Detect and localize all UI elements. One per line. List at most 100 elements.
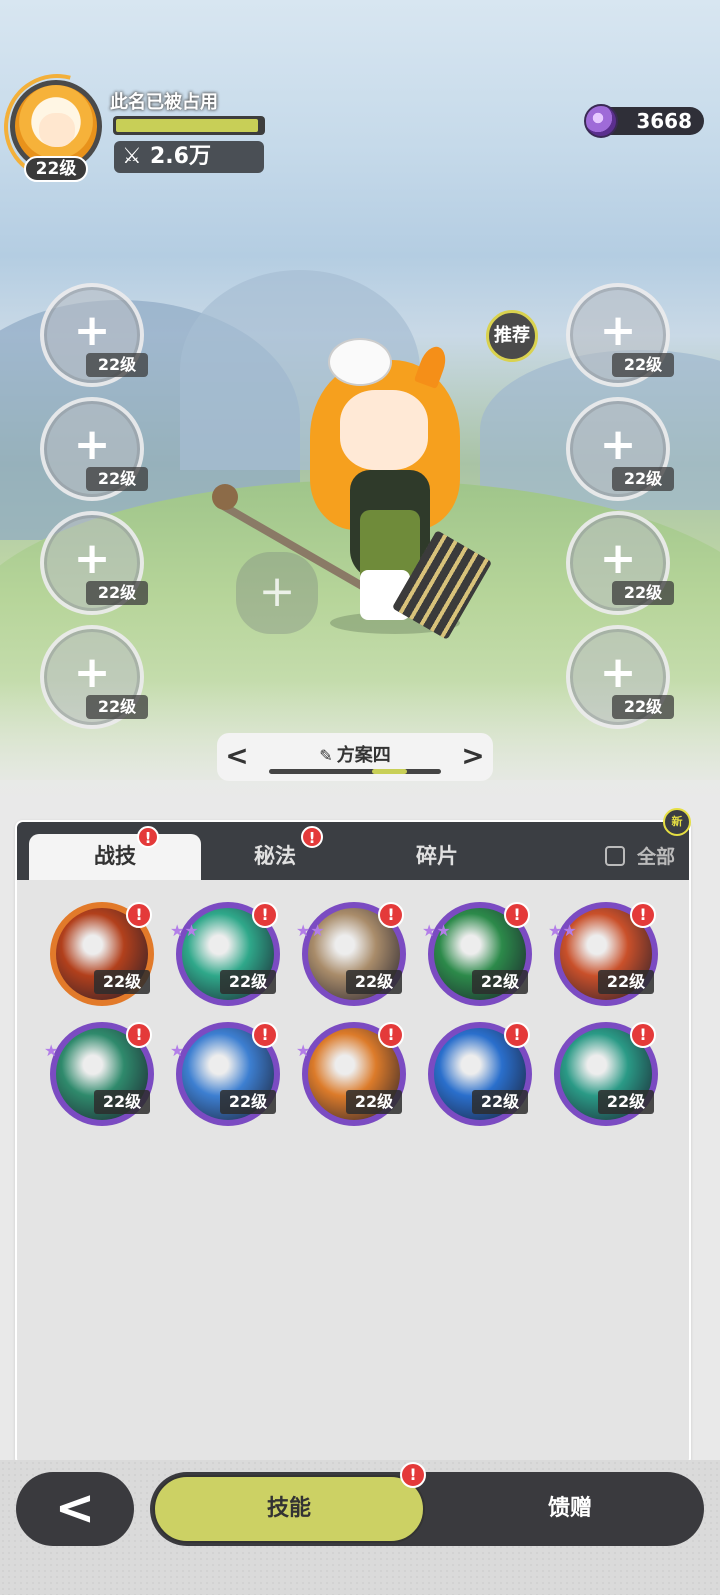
filter-label: 全部 — [637, 846, 676, 868]
exp-bar-fill — [116, 119, 258, 132]
alert-badge: ! — [400, 1462, 426, 1488]
skill-card[interactable]: ★★ ! 22级 — [296, 902, 406, 1006]
alert-badge: ! — [504, 1022, 530, 1048]
plan-selector: < ✎ 方案四 > — [217, 733, 493, 781]
show-all-filter[interactable]: 全部 — [605, 842, 675, 869]
star-rank: ★★ — [548, 921, 577, 940]
alert-badge: ! — [137, 826, 159, 848]
slot-level: 22级 — [86, 581, 148, 605]
left-skill-slot[interactable]: + 22级 — [40, 625, 148, 729]
new-badge: 新 — [663, 808, 691, 836]
skill-card[interactable]: ★★ ! 22级 — [422, 902, 532, 1006]
skill-card[interactable]: ★ ! 22级 — [170, 1022, 280, 1126]
combat-power-value: 2.6万 — [150, 144, 211, 169]
slot-level: 22级 — [86, 353, 148, 377]
player-name: 此名已被占用 — [110, 92, 218, 113]
skill-card[interactable]: ! 22级 — [554, 1022, 658, 1126]
alert-badge: ! — [630, 902, 656, 928]
tab-combat-skills[interactable]: 战技 ! — [29, 826, 201, 880]
right-skill-slot[interactable]: + 22级 — [566, 625, 674, 729]
skill-level: 22级 — [220, 1090, 276, 1114]
checkbox[interactable] — [605, 846, 625, 866]
tab-label: 战技 — [94, 844, 136, 868]
skill-card[interactable]: ★ ! 22级 — [296, 1022, 406, 1126]
hero-character — [210, 320, 493, 640]
mode-toggle: 技能 ! 馈赠 — [150, 1462, 704, 1546]
skill-card[interactable]: ★★ ! 22级 — [548, 902, 658, 1006]
slot-level: 22级 — [86, 695, 148, 719]
alert-badge: ! — [378, 1022, 404, 1048]
skill-level: 22级 — [94, 970, 150, 994]
plus-icon: + — [73, 305, 111, 356]
plus-icon: + — [73, 419, 111, 470]
alert-badge: ! — [126, 1022, 152, 1048]
skill-card[interactable]: ★ ! 22级 — [44, 1022, 154, 1126]
skill-level: 22级 — [598, 970, 654, 994]
exp-bar — [113, 116, 265, 135]
pencil-icon: ✎ — [319, 746, 333, 765]
plus-icon: + — [73, 533, 111, 584]
plan-name: 方案四 — [336, 745, 391, 766]
tab-fragments[interactable]: 碎片 — [367, 834, 507, 880]
skill-card[interactable]: ! 22级 — [50, 902, 154, 1006]
star-rank: ★ — [170, 1041, 185, 1060]
skill-level: 22级 — [472, 1090, 528, 1114]
crossed-swords-icon: ⚔ — [122, 144, 142, 169]
player-level-badge: 22级 — [24, 156, 88, 182]
back-arrow-icon: < — [54, 1480, 96, 1536]
right-skill-slot[interactable]: + 22级 — [566, 397, 674, 501]
plan-next-button[interactable]: > — [457, 739, 489, 772]
star-rank: ★ — [44, 1041, 59, 1060]
plus-icon: + — [73, 647, 111, 698]
plus-icon: + — [599, 647, 637, 698]
slot-level: 22级 — [612, 695, 674, 719]
gem-amount: 3668 — [636, 109, 692, 133]
plan-page-indicator-active — [372, 769, 407, 774]
combat-power: ⚔ 2.6万 — [114, 141, 264, 173]
alert-badge: ! — [126, 902, 152, 928]
star-rank: ★★ — [422, 921, 451, 940]
skill-card[interactable]: ! 22级 — [428, 1022, 532, 1126]
skill-tab-bar: 战技 ! 秘法 ! 碎片 全部 — [17, 822, 689, 880]
plus-icon: + — [599, 305, 637, 356]
slot-level: 22级 — [612, 467, 674, 491]
left-skill-slot[interactable]: + 22级 — [40, 511, 148, 615]
alert-badge: ! — [378, 902, 404, 928]
tab-secret-arts[interactable]: 秘法 ! — [205, 826, 345, 880]
skill-level: 22级 — [346, 970, 402, 994]
slot-level: 22级 — [612, 581, 674, 605]
skills-tab-button[interactable]: 技能 — [153, 1475, 425, 1543]
skill-level: 22级 — [94, 1090, 150, 1114]
character-ear — [413, 343, 451, 389]
star-rank: ★★ — [170, 921, 199, 940]
plan-page-indicator — [269, 769, 441, 774]
skill-card[interactable]: ★★ ! 22级 — [170, 902, 280, 1006]
back-button[interactable]: < — [16, 1472, 134, 1546]
skill-level: 22级 — [598, 1090, 654, 1114]
alert-badge: ! — [630, 1022, 656, 1048]
star-rank: ★★ — [296, 921, 325, 940]
plus-icon: + — [599, 419, 637, 470]
alert-badge: ! — [252, 902, 278, 928]
left-skill-slot[interactable]: + 22级 — [40, 397, 148, 501]
left-skill-slot[interactable]: + 22级 — [40, 283, 148, 387]
right-skill-slot[interactable]: + 22级 — [566, 283, 674, 387]
slot-level: 22级 — [612, 353, 674, 377]
alert-badge: ! — [504, 902, 530, 928]
skill-level: 22级 — [220, 970, 276, 994]
plan-label[interactable]: ✎ 方案四 — [217, 741, 493, 767]
plus-icon: + — [599, 533, 637, 584]
skill-level: 22级 — [472, 970, 528, 994]
tab-label: 秘法 — [254, 844, 296, 868]
gem-currency[interactable]: 3668 — [584, 104, 704, 138]
right-skill-slot[interactable]: + 22级 — [566, 511, 674, 615]
gift-tab-button[interactable]: 馈赠 — [440, 1475, 700, 1543]
character-staff-knob — [212, 484, 238, 510]
star-rank: ★ — [296, 1041, 311, 1060]
avatar-face — [39, 113, 75, 147]
character-hat — [328, 338, 392, 386]
recommend-button[interactable]: 推荐 — [486, 310, 538, 362]
purple-gem-icon — [584, 104, 618, 138]
alert-badge: ! — [301, 826, 323, 848]
slot-level: 22级 — [86, 467, 148, 491]
